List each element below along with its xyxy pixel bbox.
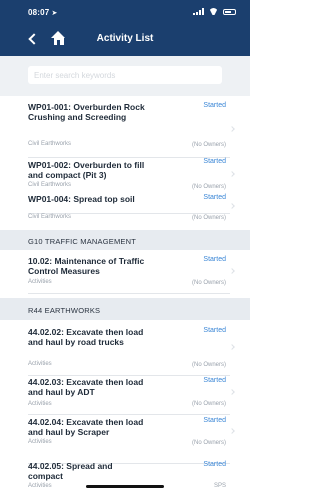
status-badge: Started [203,158,226,165]
chevron-right-icon [229,126,235,132]
status-time-text: 08:07 [28,8,50,17]
status-badge: Started [203,461,226,468]
wifi-icon [209,8,218,15]
list-item[interactable]: WP01-001: Overburden Rock Crushing and S… [28,102,235,158]
list-item[interactable]: WP01-004: Spread top soil Civil Earthwor… [28,192,235,226]
item-owner: (No Owners) [191,215,226,221]
status-badge: Started [203,377,226,384]
list-item[interactable]: 10.02: Maintenance of Traffic Control Me… [28,256,235,294]
home-indicator[interactable] [86,485,164,488]
item-title: 10.02: Maintenance of Traffic Control Me… [28,256,145,276]
search-input[interactable] [28,66,222,84]
item-category: Activities [28,361,52,367]
item-category: Activities [28,401,52,407]
status-badge: Started [203,327,226,334]
list-item[interactable]: 44.02.02: Excavate then load and haul by… [28,327,235,376]
item-owner: SPS [213,483,226,489]
item-category: Activities [28,279,52,285]
chevron-right-icon [229,268,235,274]
chevron-right-icon [229,428,235,434]
item-category: Civil Earthworks [28,182,72,188]
list-item[interactable]: 44.02.04: Excavate then load and haul by… [28,415,235,464]
section-label: R44 EARTHWORKS [28,306,101,315]
status-badge: Started [203,194,226,201]
page-title: Activity List [96,33,154,44]
item-title: WP01-001: Overburden Rock Crushing and S… [28,102,145,122]
item-owner: (No Owners) [191,142,226,148]
item-title: WP01-002: Overburden to fill and compact… [28,160,145,180]
status-badge: Started [203,102,226,109]
item-category: Activities [28,483,52,489]
item-owner: (No Owners) [191,184,226,190]
item-owner: (No Owners) [191,440,226,446]
item-category: Civil Earthworks [28,214,72,220]
chevron-right-icon [229,344,235,350]
item-title: WP01-004: Spread top soil [28,194,135,204]
chevron-right-icon [229,203,235,209]
item-title: 44.02.03: Excavate then load and haul by… [28,377,144,397]
nav-header: 08:07 ➤ Activity List [0,0,250,56]
item-category: Activities [28,439,52,445]
section-header: G10 TRAFFIC MANAGEMENT [0,230,250,250]
list-item[interactable]: 44.02.03: Excavate then load and haul by… [28,377,235,415]
item-owner: (No Owners) [191,401,226,407]
chevron-right-icon [229,171,235,177]
location-arrow-icon: ➤ [51,10,58,17]
status-badge: Started [203,417,226,424]
status-badge: Started [203,256,226,263]
search-bar [0,56,250,96]
item-title: 44.02.02: Excavate then load and haul by… [28,327,144,347]
item-owner: (No Owners) [191,362,226,368]
item-title: 44.02.05: Spread and compact [28,461,113,481]
battery-icon [223,8,236,15]
section-label: G10 TRAFFIC MANAGEMENT [28,237,137,246]
signal-icon [193,8,204,15]
status-icons [193,8,236,15]
item-title: 44.02.04: Excavate then load and haul by… [28,417,144,437]
chevron-right-icon [229,389,235,395]
section-header: R44 EARTHWORKS [0,298,250,320]
item-owner: (No Owners) [191,280,226,286]
item-category: Civil Earthworks [28,141,72,147]
status-time: 08:07 ➤ [28,8,58,17]
